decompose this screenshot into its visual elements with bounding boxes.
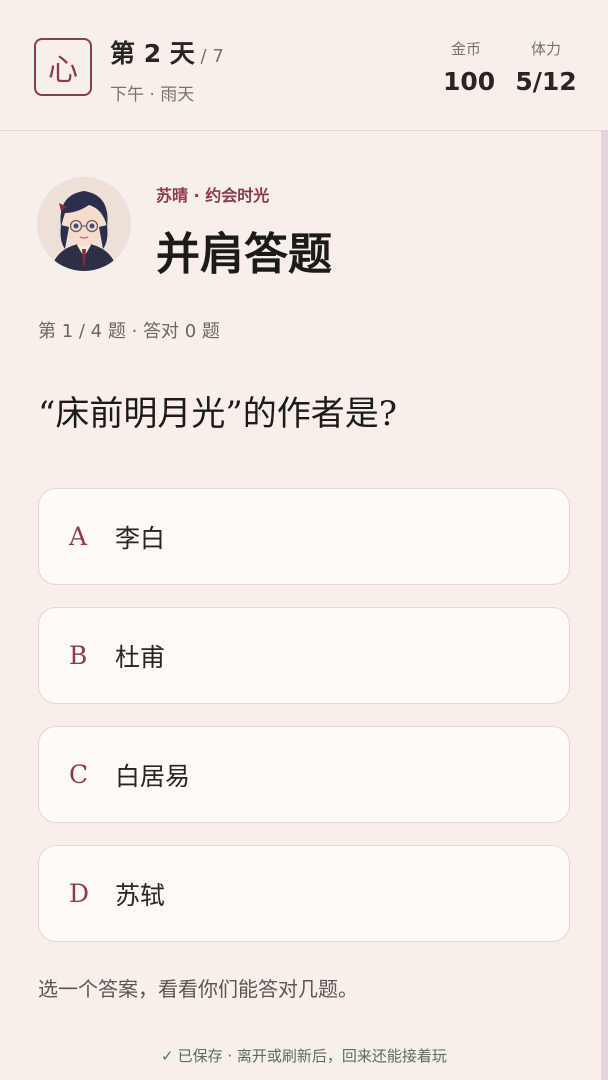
option-c-button[interactable]: C 白居易 — [38, 726, 570, 823]
scrollbar[interactable] — [601, 131, 608, 1080]
time-weather: 下午 · 雨天 — [110, 85, 195, 105]
option-text: 李白 — [115, 523, 166, 553]
check-icon: ✓ — [161, 1047, 174, 1065]
stamina-value: 5/12 — [515, 67, 577, 96]
option-text: 苏轼 — [115, 880, 166, 910]
option-letter: C — [69, 760, 89, 789]
option-letter: B — [69, 641, 88, 670]
scene-kicker: 苏晴 · 约会时光 — [156, 186, 270, 205]
quiz-progress: 第 1 / 4 题 · 答对 0 题 — [38, 321, 220, 342]
coins-stat: 金币 100 — [443, 38, 496, 96]
stamina-label: 体力 — [530, 40, 561, 58]
option-a-button[interactable]: A 李白 — [38, 488, 570, 585]
option-letter: D — [69, 879, 90, 908]
coins-label: 金币 — [450, 40, 481, 58]
day-total: / 7 — [194, 46, 224, 67]
option-letter: A — [69, 522, 88, 551]
question-text: “床前明月光”的作者是? — [38, 394, 397, 434]
option-b-button[interactable]: B 杜甫 — [38, 607, 570, 704]
heart-logo: 心 — [34, 38, 92, 96]
save-status-text: 已保存 · 离开或刷新后，回来还能接着玩 — [177, 1047, 447, 1065]
stamina-stat: 体力 5/12 — [515, 38, 577, 96]
day-label: 第 2 天 — [110, 39, 195, 68]
save-status: ✓ 已保存 · 离开或刷新后，回来还能接着玩 — [0, 1045, 608, 1066]
top-bar: 心 第 2 天 / 7 下午 · 雨天 金币 100 体力 5/12 — [0, 0, 608, 131]
option-d-button[interactable]: D 苏轼 — [38, 845, 570, 942]
option-text: 杜甫 — [115, 642, 166, 672]
scene-title: 并肩答题 — [156, 229, 332, 280]
option-text: 白居易 — [115, 761, 191, 791]
coins-value: 100 — [443, 67, 496, 96]
day-counter: 第 2 天 / 7 — [110, 34, 224, 70]
hint-text: 选一个答案，看看你们能答对几题。 — [38, 977, 358, 1001]
character-avatar — [37, 177, 131, 271]
